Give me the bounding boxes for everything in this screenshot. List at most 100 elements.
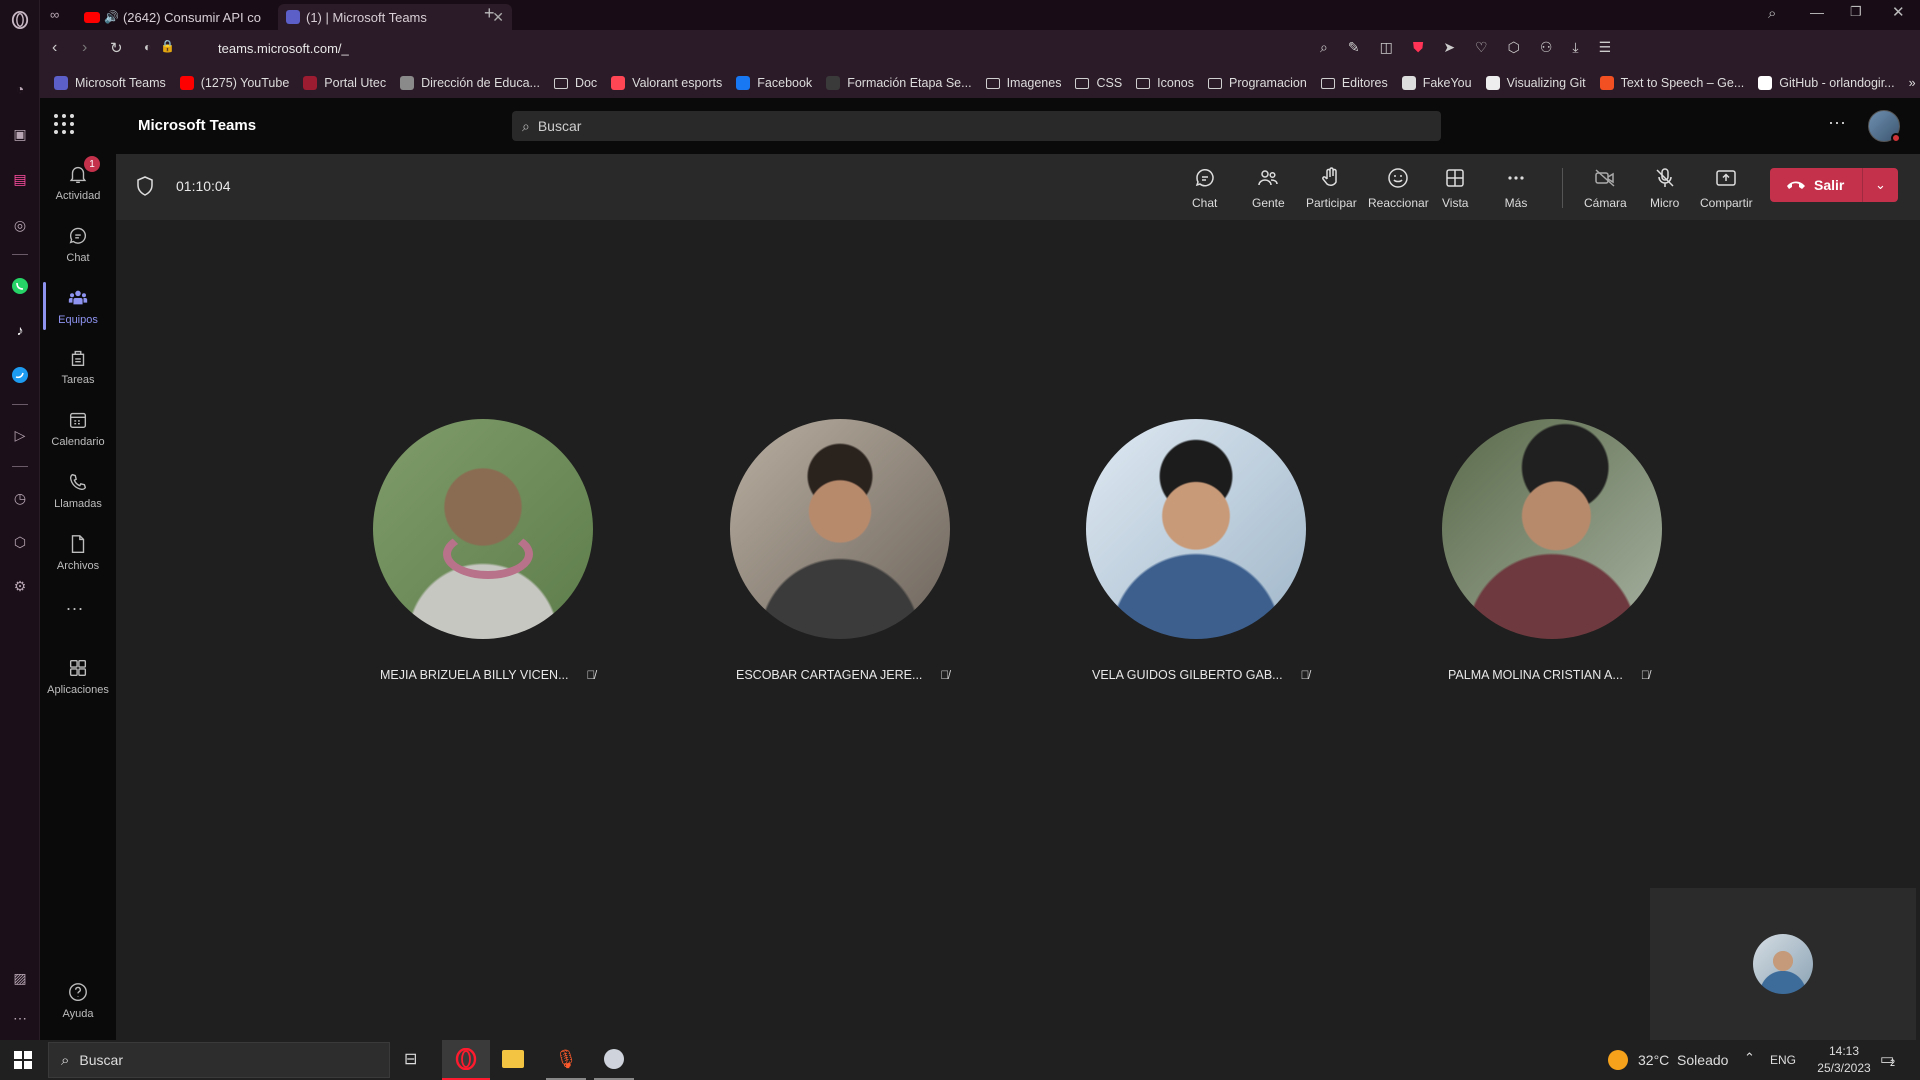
file-explorer-icon[interactable] bbox=[502, 1050, 524, 1068]
task-view-icon[interactable]: ⊟ bbox=[404, 1049, 417, 1069]
search-input[interactable]: Buscar bbox=[538, 118, 582, 134]
rail-tareas[interactable]: Tareas bbox=[40, 338, 116, 394]
bookmarks-overflow-icon[interactable]: » bbox=[1909, 76, 1916, 90]
bookmark-item[interactable]: Microsoft Teams bbox=[54, 76, 166, 90]
bookmark-item[interactable]: (1275) YouTube bbox=[179, 76, 289, 90]
rail-archivos[interactable]: Archivos bbox=[40, 524, 116, 580]
rail-calendario[interactable]: Calendario bbox=[40, 400, 116, 456]
camera-button[interactable]: Cámara bbox=[1584, 166, 1627, 210]
language-indicator[interactable]: ENG bbox=[1770, 1053, 1796, 1067]
people-button[interactable]: Gente bbox=[1252, 166, 1285, 210]
bookmark-item[interactable]: Formación Etapa Se... bbox=[826, 76, 972, 90]
leave-button[interactable]: Salir bbox=[1770, 168, 1862, 202]
url-field[interactable]: teams.microsoft.com/_ bbox=[218, 41, 349, 56]
bookmark-item[interactable]: Dirección de Educa... bbox=[400, 76, 540, 90]
chat-button[interactable]: Chat bbox=[1192, 166, 1217, 210]
participant-avatar[interactable] bbox=[373, 419, 593, 639]
more-button[interactable]: Más bbox=[1504, 166, 1528, 210]
avatar[interactable] bbox=[1868, 110, 1901, 143]
view-button[interactable]: Vista bbox=[1442, 166, 1468, 210]
search-box[interactable]: ⌕ Buscar bbox=[512, 111, 1441, 141]
tab-youtube[interactable]: 🔊 (2642) Consumir API co ✕ bbox=[76, 4, 310, 30]
vpn-icon[interactable]: ◐ bbox=[144, 40, 151, 54]
lock-icon[interactable]: 🔒 bbox=[160, 39, 175, 53]
tiktok-icon[interactable]: ♪ bbox=[10, 320, 30, 340]
new-tab-button[interactable]: + bbox=[484, 3, 495, 24]
participant-avatar[interactable] bbox=[1086, 419, 1306, 639]
workspaces-icon[interactable]: ∞ bbox=[50, 7, 59, 22]
opera-logo-icon[interactable] bbox=[10, 10, 30, 30]
rail-chat[interactable]: Chat bbox=[40, 216, 116, 272]
bookmark-item[interactable]: Valorant esports bbox=[611, 76, 722, 90]
minimize-button[interactable]: — bbox=[1810, 4, 1824, 20]
close-window-button[interactable]: ✕ bbox=[1892, 3, 1905, 21]
send-icon[interactable]: ➤ bbox=[1443, 39, 1455, 56]
self-preview[interactable] bbox=[1650, 888, 1916, 1040]
zoom-icon[interactable]: ⌕ bbox=[1320, 39, 1328, 56]
rail-more-icon[interactable]: ... bbox=[66, 594, 84, 615]
bookmark-item[interactable]: Programacion bbox=[1208, 76, 1307, 90]
weather-text[interactable]: 32°C Soleado bbox=[1638, 1052, 1728, 1068]
back-button[interactable]: ‹ bbox=[52, 39, 57, 57]
profile-icon[interactable]: ⚇ bbox=[1540, 39, 1553, 56]
bookmark-item[interactable]: GitHub - orlandogir... bbox=[1758, 76, 1895, 90]
bookmark-item[interactable]: Text to Speech – Ge... bbox=[1599, 76, 1744, 90]
speed-dial-icon[interactable]: ◔ bbox=[10, 79, 30, 99]
mic-button[interactable]: Micro bbox=[1650, 166, 1679, 210]
chevron-up-icon[interactable]: ⌃ bbox=[1744, 1050, 1755, 1066]
bookmark-item[interactable]: Visualizing Git bbox=[1485, 76, 1586, 90]
bookmark-item[interactable]: Portal Utec bbox=[303, 76, 386, 90]
player-icon[interactable]: ▷ bbox=[10, 425, 30, 445]
rail-ayuda[interactable]: Ayuda bbox=[40, 972, 116, 1028]
bookmark-item[interactable]: Facebook bbox=[736, 76, 812, 90]
bookmark-item[interactable]: Iconos bbox=[1136, 76, 1194, 90]
snapshot-icon[interactable]: ◫ bbox=[1380, 39, 1393, 56]
restore-button[interactable]: ❐ bbox=[1850, 4, 1862, 20]
raise-hand-button[interactable]: Participar bbox=[1306, 166, 1357, 210]
share-button[interactable]: Compartir bbox=[1700, 166, 1753, 210]
settings-icon[interactable]: ⚙ bbox=[10, 576, 30, 596]
download-icon[interactable]: ⤓ bbox=[1572, 39, 1578, 56]
gallery-icon[interactable]: ▨ bbox=[10, 968, 30, 988]
taskbar-search[interactable]: ⌕ Buscar bbox=[48, 1042, 390, 1078]
bookmark-item[interactable]: FakeYou bbox=[1401, 76, 1472, 90]
opera-taskbar-button[interactable] bbox=[442, 1040, 490, 1080]
taskbar-search-input[interactable]: Buscar bbox=[79, 1052, 123, 1068]
bookmark-item[interactable]: Imagenes bbox=[985, 76, 1061, 90]
bookmark-item[interactable]: CSS bbox=[1075, 76, 1122, 90]
extensions-icon[interactable]: ⬡ bbox=[10, 532, 30, 552]
chat-icon bbox=[1195, 169, 1214, 187]
rail-equipos[interactable]: Equipos bbox=[40, 278, 116, 334]
bookmark-item[interactable]: Editores bbox=[1320, 76, 1388, 90]
cube-icon[interactable]: ⬡ bbox=[1508, 39, 1520, 56]
menu-icon[interactable]: ☰ bbox=[1599, 39, 1612, 56]
reload-button[interactable]: ↻ bbox=[110, 39, 123, 57]
rail-aplicaciones[interactable]: Aplicaciones bbox=[40, 648, 116, 704]
history-icon[interactable]: ◷ bbox=[10, 488, 30, 508]
twitter-icon[interactable] bbox=[10, 365, 30, 385]
shopping-icon[interactable]: ▣ bbox=[10, 124, 30, 144]
rail-actividad[interactable]: Actividad 1 bbox=[40, 154, 116, 210]
leave-options-chevron-icon[interactable]: ⌄ bbox=[1863, 177, 1898, 193]
adblock-icon[interactable]: ⛊ bbox=[1413, 39, 1424, 56]
forward-button[interactable]: › bbox=[82, 39, 87, 57]
microphone-app-icon[interactable]: 🎙 bbox=[546, 1040, 586, 1080]
settings-more-icon[interactable]: ··· bbox=[1828, 112, 1846, 133]
instagram-icon[interactable]: ◎ bbox=[10, 215, 30, 235]
react-button[interactable]: Reaccionar bbox=[1368, 166, 1429, 210]
participant-avatar[interactable] bbox=[730, 419, 950, 639]
twitch-icon[interactable]: ▤ bbox=[10, 169, 30, 189]
tab-search-icon[interactable]: ⌕ bbox=[1768, 5, 1776, 22]
bookmark-item[interactable]: Doc bbox=[553, 76, 597, 90]
heart-icon[interactable]: ♡ bbox=[1475, 39, 1488, 56]
clock[interactable]: 14:13 25/3/2023 bbox=[1814, 1043, 1874, 1077]
app-launcher-icon[interactable] bbox=[54, 114, 74, 134]
more-icon[interactable]: ⋯ bbox=[10, 1008, 30, 1028]
tab-teams[interactable]: (1) | Microsoft Teams ✕ bbox=[278, 4, 512, 30]
windows-start-icon[interactable] bbox=[14, 1051, 32, 1069]
participant-avatar[interactable] bbox=[1442, 419, 1662, 639]
rail-llamadas[interactable]: Llamadas bbox=[40, 462, 116, 518]
whatsapp-icon[interactable] bbox=[10, 276, 30, 296]
edit-icon[interactable]: ✎ bbox=[1348, 39, 1360, 56]
app-icon[interactable] bbox=[594, 1040, 634, 1080]
